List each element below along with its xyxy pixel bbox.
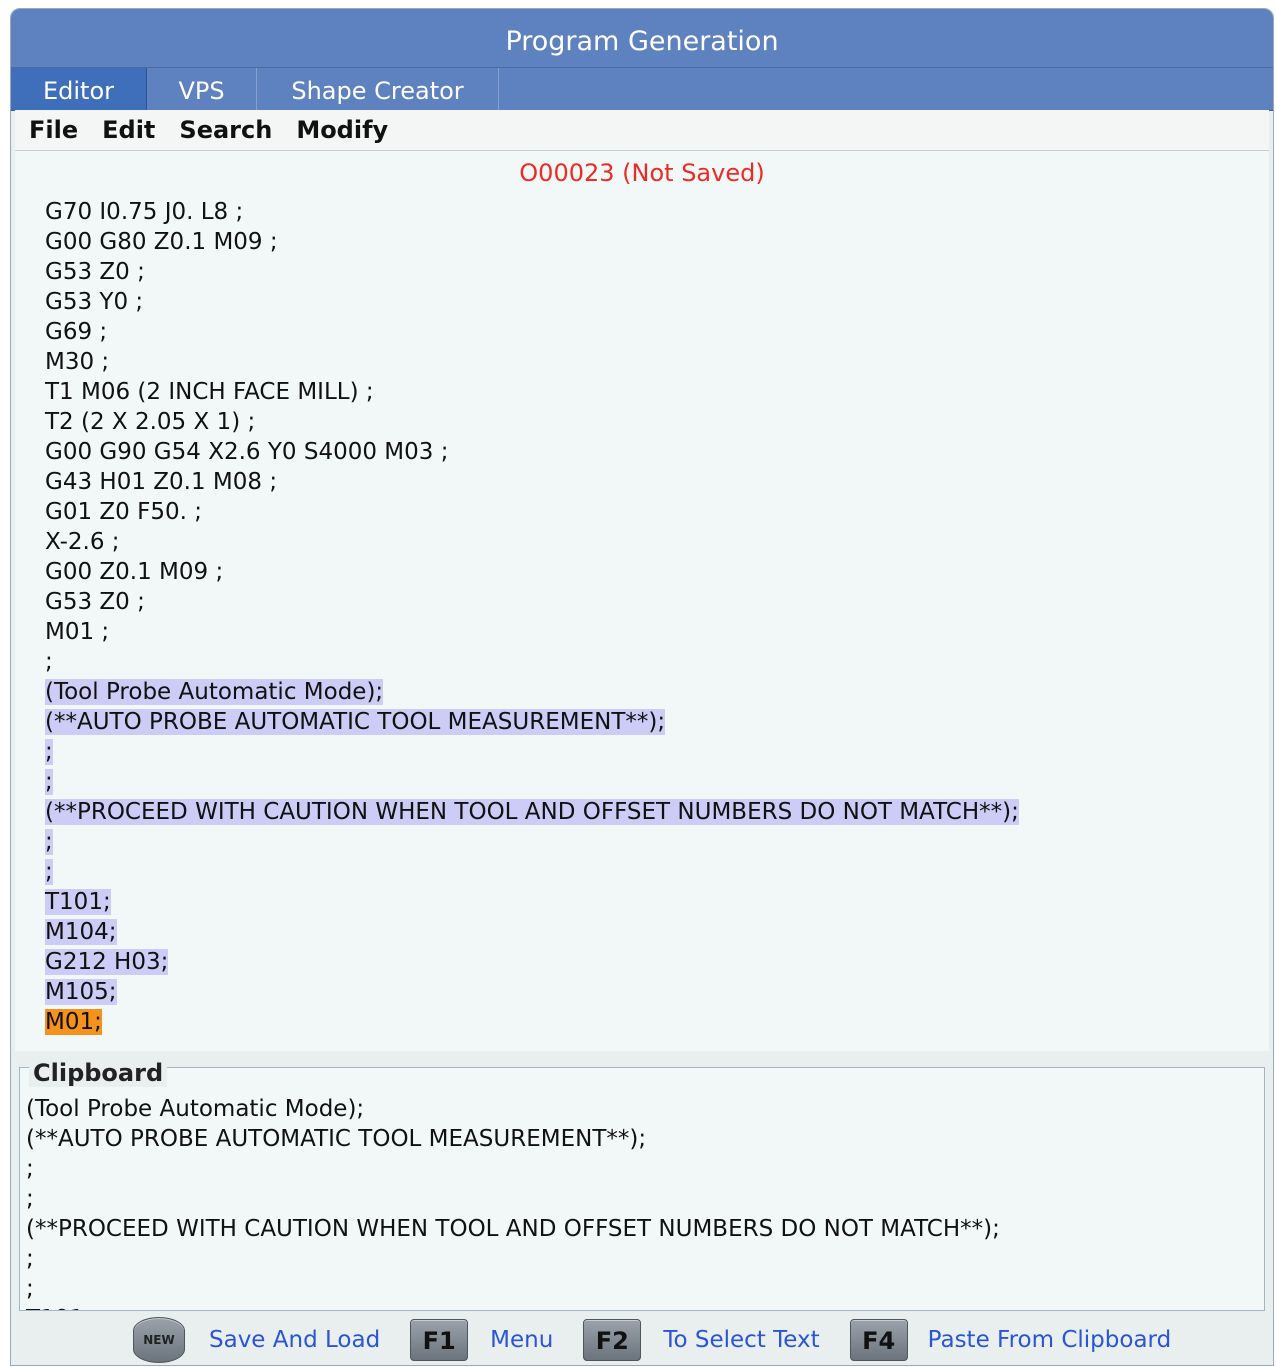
code-line[interactable]: ; [45,737,1019,767]
clipboard-line: ; [26,1276,34,1302]
code-line[interactable]: G00 Z0.1 M09 ; [45,557,1019,587]
code-line-text: G00 G80 Z0.1 M09 ; [45,229,278,255]
code-line-text: T101; [45,889,111,915]
code-line-text: ; [45,829,53,855]
program-editor[interactable]: O00023 (Not Saved) G70 I0.75 J0. L8 ; G00… [15,151,1269,1051]
code-line[interactable]: ; [45,647,1019,677]
clipboard-line: ; [26,1246,34,1272]
f1-key[interactable]: F1 [410,1319,469,1361]
code-line[interactable]: ; [45,827,1019,857]
code-line-text: M104; [45,919,117,945]
code-line[interactable]: ; [45,857,1019,887]
code-line[interactable]: G53 Y0 ; [45,287,1019,317]
code-line[interactable]: G69 ; [45,317,1019,347]
code-line[interactable]: G00 G80 Z0.1 M09 ; [45,227,1019,257]
code-line[interactable]: M104; [45,917,1019,947]
code-lines[interactable]: G70 I0.75 J0. L8 ; G00 G80 Z0.1 M09 ; G53 … [45,197,1019,1037]
code-line-text: (**PROCEED WITH CAUTION WHEN TOOL AND OF… [45,799,1019,825]
tab-bar: Editor VPS Shape Creator [11,67,1273,111]
code-line[interactable]: ; [45,767,1019,797]
clipboard-line: (**AUTO PROBE AUTOMATIC TOOL MEASUREMENT… [26,1126,647,1152]
clipboard-line: (**PROCEED WITH CAUTION WHEN TOOL AND OF… [26,1216,1000,1242]
code-line-text: ; [45,769,53,795]
tab-editor[interactable]: Editor [11,68,147,110]
code-line[interactable]: G212 H03; [45,947,1019,977]
code-line[interactable]: G01 Z0 F50. ; [45,497,1019,527]
code-line-text: (**AUTO PROBE AUTOMATIC TOOL MEASUREMENT… [45,709,666,735]
program-title: O00023 (Not Saved) [519,159,765,187]
code-line-text: G01 Z0 F50. ; [45,499,202,525]
tab-vps[interactable]: VPS [147,68,257,110]
menu-label[interactable]: Menu [490,1327,553,1353]
clipboard-line: ; [26,1156,34,1182]
code-line[interactable]: G00 G90 G54 X2.6 Y0 S4000 M03 ; [45,437,1019,467]
code-line-text: G00 Z0.1 M09 ; [45,559,224,585]
code-line-text: (Tool Probe Automatic Mode); [45,679,384,705]
code-line-text: G53 Z0 ; [45,589,145,615]
code-line[interactable]: M01; [45,1007,1019,1037]
code-line-text: T1 M06 (2 INCH FACE MILL) ; [45,379,374,405]
menu-modify[interactable]: Modify [296,116,388,144]
f2-key[interactable]: F2 [583,1319,642,1361]
clipboard-panel[interactable]: (Tool Probe Automatic Mode); (**AUTO PROB… [19,1067,1265,1311]
code-line-text: ; [45,649,53,675]
code-line-text: G43 H01 Z0.1 M08 ; [45,469,278,495]
menu-search[interactable]: Search [179,116,272,144]
code-line-text: X-2.6 ; [45,529,120,555]
code-line[interactable]: M105; [45,977,1019,1007]
cursor-line-text: M01; [45,1009,102,1035]
code-line[interactable]: G53 Z0 ; [45,587,1019,617]
code-line[interactable]: X-2.6 ; [45,527,1019,557]
code-line-text: M30 ; [45,349,110,375]
code-line[interactable]: G53 Z0 ; [45,257,1019,287]
to-select-text-label[interactable]: To Select Text [663,1327,819,1353]
clipboard-lines: (Tool Probe Automatic Mode); (**AUTO PROB… [26,1094,1000,1310]
program-generation-window: Program Generation Editor VPS Shape Crea… [10,8,1274,1366]
code-line-text: G53 Y0 ; [45,289,144,315]
save-and-load-label[interactable]: Save And Load [209,1327,380,1353]
menu-file[interactable]: File [29,116,78,144]
menu-bar: File Edit Search Modify [15,110,1269,151]
code-line-text: ; [45,739,53,765]
code-line-text: ; [45,859,53,885]
f4-key[interactable]: F4 [849,1319,908,1361]
code-line-text: T2 (2 X 2.05 X 1) ; [45,409,256,435]
code-line[interactable]: G70 I0.75 J0. L8 ; [45,197,1019,227]
clipboard-line: (Tool Probe Automatic Mode); [26,1096,365,1122]
code-line-text: G70 I0.75 J0. L8 ; [45,199,244,225]
code-line[interactable]: T101; [45,887,1019,917]
code-line-text: G00 G90 G54 X2.6 Y0 S4000 M03 ; [45,439,449,465]
code-line[interactable]: (**PROCEED WITH CAUTION WHEN TOOL AND OF… [45,797,1019,827]
new-key-icon[interactable]: NEW [133,1317,185,1363]
clipboard-line: ; [26,1186,34,1212]
tab-shape-creator[interactable]: Shape Creator [257,68,499,110]
clipboard-label: Clipboard [29,1059,168,1087]
clipboard-line: T101; [26,1304,1000,1310]
code-line-text: G212 H03; [45,949,169,975]
code-line[interactable]: M01 ; [45,617,1019,647]
paste-from-clipboard-label[interactable]: Paste From Clipboard [928,1327,1172,1353]
code-line[interactable]: M30 ; [45,347,1019,377]
code-line[interactable]: T1 M06 (2 INCH FACE MILL) ; [45,377,1019,407]
footer-bar: NEW Save And Load F1 Menu F2 To Select T… [11,1315,1273,1365]
code-line-text: G53 Z0 ; [45,259,145,285]
code-line[interactable]: (Tool Probe Automatic Mode); [45,677,1019,707]
code-line[interactable]: T2 (2 X 2.05 X 1) ; [45,407,1019,437]
window-title: Program Generation [11,9,1273,67]
code-line[interactable]: (**AUTO PROBE AUTOMATIC TOOL MEASUREMENT… [45,707,1019,737]
code-line[interactable]: G43 H01 Z0.1 M08 ; [45,467,1019,497]
code-line-text: M01 ; [45,619,110,645]
menu-edit[interactable]: Edit [102,116,155,144]
code-line-text: M105; [45,979,117,1005]
code-line-text: G69 ; [45,319,108,345]
